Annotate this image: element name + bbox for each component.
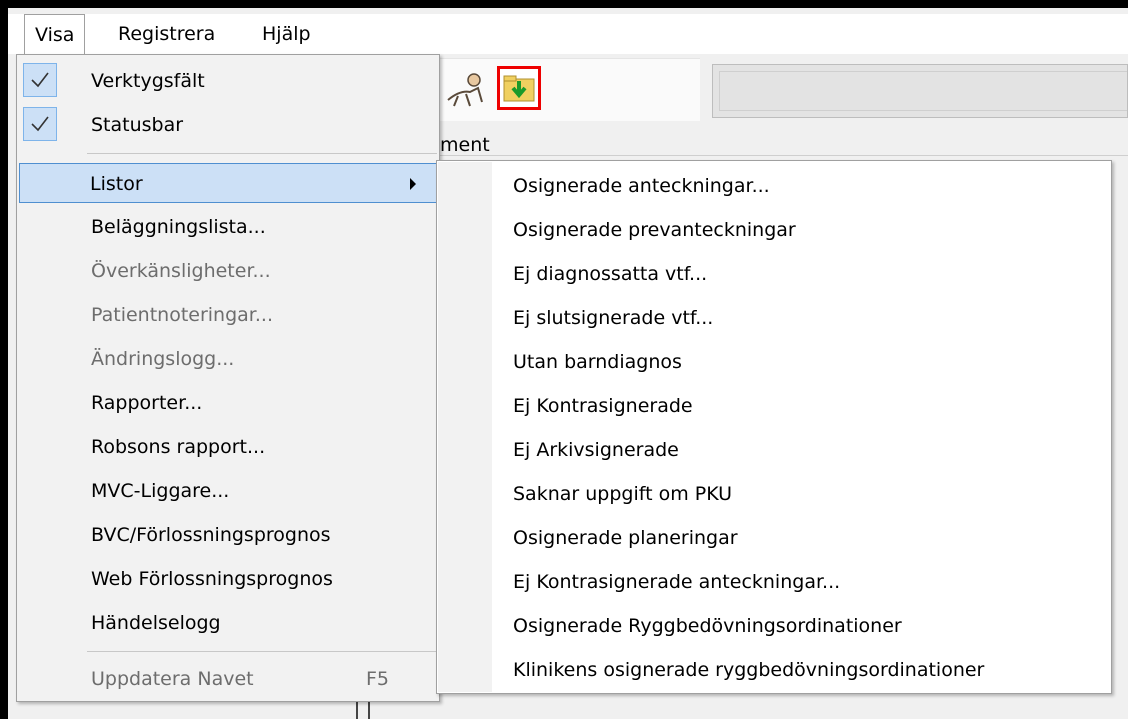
checkmark-icon xyxy=(23,107,57,141)
window-border-left xyxy=(0,0,8,719)
app-window: Visa Registrera Hjälp ment Verktygsfält xyxy=(0,0,1128,719)
menu-separator xyxy=(87,651,437,652)
menu-item-statusbar[interactable]: Statusbar xyxy=(19,105,437,145)
menu-item-label: MVC-Liggare... xyxy=(91,480,230,502)
visa-dropdown-menu: Verktygsfält Statusbar Listor Beläggning… xyxy=(16,54,440,702)
menu-item-label: Patientnoteringar... xyxy=(91,304,273,326)
menu-item-handelselogg[interactable]: Händelselogg xyxy=(19,603,437,643)
submenu-item[interactable]: Osignerade Ryggbedövningsordinationer xyxy=(513,606,902,646)
toolbar-partial-label: ment xyxy=(440,134,490,156)
menu-item-listor[interactable]: Listor xyxy=(19,163,437,203)
menu-item-robsons-rapport[interactable]: Robsons rapport... xyxy=(19,427,437,467)
menu-item-label: Robsons rapport... xyxy=(91,436,266,458)
menu-item-overkansligheter: Överkänsligheter... xyxy=(19,251,437,291)
menu-item-rapporter[interactable]: Rapporter... xyxy=(19,383,437,423)
submenu-item[interactable]: Utan barndiagnos xyxy=(513,342,682,382)
menu-item-label: Beläggningslista... xyxy=(91,216,266,238)
menu-item-label: Uppdatera Navet xyxy=(91,668,254,690)
checkmark-icon xyxy=(23,63,57,97)
menu-separator xyxy=(87,153,437,154)
menu-bar: Visa Registrera Hjälp xyxy=(8,14,1128,55)
menu-item-andringslogg: Ändringslogg... xyxy=(19,339,437,379)
menu-item-verktygsfalt[interactable]: Verktygsfält xyxy=(19,61,437,101)
menu-item-label: BVC/Förlossningsprognos xyxy=(91,524,331,546)
menu-hjalp[interactable]: Hjälp xyxy=(252,14,321,54)
search-field[interactable] xyxy=(712,64,1128,118)
user-icon[interactable] xyxy=(440,70,488,110)
menu-item-label: Händelselogg xyxy=(91,612,221,634)
submenu-arrow-icon xyxy=(410,178,416,190)
submenu-item[interactable]: Ej Kontrasignerade anteckningar... xyxy=(513,562,840,602)
menu-item-label: Verktygsfält xyxy=(91,70,205,92)
menu-visa[interactable]: Visa xyxy=(24,14,86,55)
menu-item-web-forlossningsprognos[interactable]: Web Förlossningsprognos xyxy=(19,559,437,599)
folder-download-icon[interactable] xyxy=(497,66,541,110)
submenu-item[interactable]: Osignerade planeringar xyxy=(513,518,738,558)
submenu-item[interactable]: Ej slutsignerade vtf... xyxy=(513,298,713,338)
menu-item-bvc-forlossningsprognos[interactable]: BVC/Förlossningsprognos xyxy=(19,515,437,555)
listor-submenu: Osignerade anteckningar... Osignerade pr… xyxy=(436,160,1112,694)
menu-item-mvc-liggare[interactable]: MVC-Liggare... xyxy=(19,471,437,511)
submenu-item[interactable]: Ej diagnossatta vtf... xyxy=(513,254,707,294)
submenu-item[interactable]: Osignerade anteckningar... xyxy=(513,166,770,206)
submenu-item[interactable]: Ej Arkivsignerade xyxy=(513,430,679,470)
menu-gutter xyxy=(438,162,492,692)
menu-item-shortcut: F5 xyxy=(365,668,389,690)
menu-registrera[interactable]: Registrera xyxy=(108,14,225,54)
menu-item-uppdatera-navet: Uppdatera Navet F5 xyxy=(19,659,437,699)
menu-item-patientnoteringar: Patientnoteringar... xyxy=(19,295,437,335)
menu-item-label: Web Förlossningsprognos xyxy=(91,568,333,590)
menu-item-label: Ändringslogg... xyxy=(91,348,235,370)
divider xyxy=(440,155,1128,156)
submenu-item[interactable]: Klinikens osignerade ryggbedövningsordin… xyxy=(513,650,984,690)
menu-item-label: Rapporter... xyxy=(91,392,203,414)
menu-item-label: Listor xyxy=(90,173,143,195)
menu-item-belaggningslista[interactable]: Beläggningslista... xyxy=(19,207,437,247)
submenu-item[interactable]: Saknar uppgift om PKU xyxy=(513,474,732,514)
submenu-item[interactable]: Osignerade prevanteckningar xyxy=(513,210,796,250)
window-border-top xyxy=(0,0,1128,8)
submenu-item[interactable]: Ej Kontrasignerade xyxy=(513,386,693,426)
menu-item-label: Statusbar xyxy=(91,114,184,136)
menu-item-label: Överkänsligheter... xyxy=(91,260,271,282)
